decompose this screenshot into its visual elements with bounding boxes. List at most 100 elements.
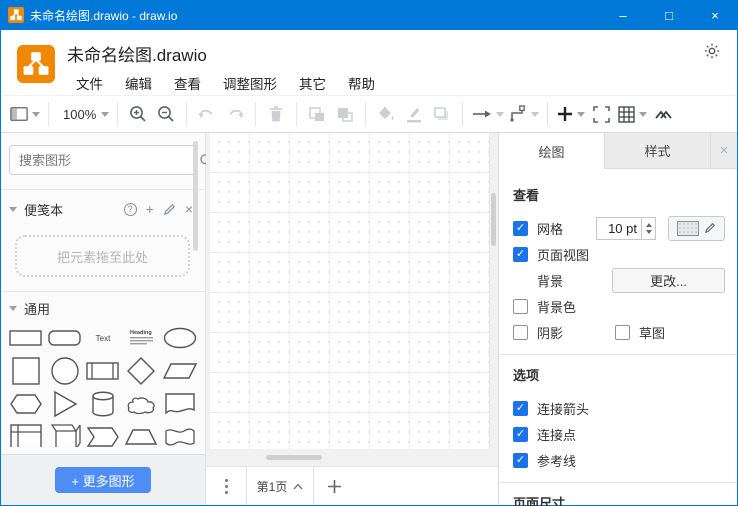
shape-internal-storage[interactable] [8,422,44,448]
delete-button[interactable] [262,100,290,128]
shape-cloud[interactable] [123,389,159,419]
help-icon[interactable]: ? [124,203,137,216]
close-button[interactable]: × [692,0,738,30]
shape-cylinder[interactable] [85,389,121,419]
shadow-sketch-row: 阴影 草图 [513,320,725,344]
fullscreen-button[interactable] [587,100,615,128]
to-back-button[interactable] [331,100,359,128]
tab-style[interactable]: 样式 [605,133,711,168]
zoom-out-button[interactable] [152,100,180,128]
search-input[interactable] [10,153,199,168]
tab-diagram[interactable]: 绘图 [499,133,605,169]
canvas-horizontal-scrollbar[interactable] [266,455,322,460]
shape-triangle[interactable] [47,389,83,419]
close-icon[interactable]: × [185,202,193,216]
menu-item-extras[interactable]: 其它 [288,71,337,95]
panel-close-icon[interactable]: × [711,133,737,168]
sidebar-scrollbar[interactable] [193,141,198,251]
scratchpad-dropzone[interactable]: 把元素拖至此处 [15,235,190,277]
grid-checkbox[interactable]: ✓ [513,221,528,236]
collapse-expand-button[interactable] [649,100,677,128]
chevron-up-icon [293,483,303,490]
table-button[interactable] [615,100,649,128]
maximize-button[interactable]: □ [646,0,692,30]
add-icon[interactable]: + [146,202,154,216]
page-size-section-title: 页面尺寸 [513,493,725,506]
shape-cube[interactable] [47,422,83,448]
guides-label: 参考线 [537,451,576,470]
general-label: 通用 [24,299,50,318]
chevron-down-icon [9,207,17,212]
add-page-button[interactable] [314,467,354,505]
arrow-up-icon [646,223,652,227]
zoom-in-button[interactable] [124,100,152,128]
background-color-checkbox[interactable] [513,299,528,314]
shadow-checkbox[interactable] [513,325,528,340]
scratchpad-section[interactable]: 便笺本 ? + × [9,198,193,220]
shadow-button[interactable] [428,100,456,128]
shape-square[interactable] [8,356,44,386]
redo-button[interactable] [221,100,249,128]
background-color-row: 背景色 [513,294,725,318]
chevron-down-icon [531,112,539,117]
grid-label: 网格 [537,219,563,238]
connection-arrows-checkbox[interactable]: ✓ [513,401,528,416]
zoom-level-dropdown[interactable]: 100% [55,100,111,128]
shape-text[interactable]: Text [85,323,121,353]
page-view-checkbox[interactable]: ✓ [513,247,528,262]
shape-step[interactable] [85,422,121,448]
pages-bar: 第1页 [206,466,498,505]
more-shapes-button[interactable]: + 更多图形 [55,467,150,493]
sketch-checkbox[interactable] [615,325,630,340]
insert-button[interactable] [554,100,587,128]
to-front-button[interactable] [303,100,331,128]
connection-points-checkbox[interactable]: ✓ [513,427,528,442]
menu-item-view[interactable]: 查看 [163,71,212,95]
grid-color-button[interactable] [668,216,725,241]
shape-diamond[interactable] [123,356,159,386]
change-background-button[interactable]: 更改... [612,268,725,293]
shape-ellipse[interactable] [162,323,198,353]
chevron-down-icon [496,112,504,117]
shape-circle[interactable] [47,356,83,386]
waypoint-style-button[interactable] [506,100,541,128]
guides-checkbox[interactable]: ✓ [513,453,528,468]
fill-color-button[interactable] [372,100,400,128]
shape-hexagon[interactable] [8,389,44,419]
shape-process[interactable] [85,356,121,386]
minimize-button[interactable]: – [600,0,646,30]
menubar: 文件 编辑 查看 调整图形 其它 帮助 [65,71,386,95]
divider [499,354,737,355]
menu-item-file[interactable]: 文件 [65,71,114,95]
format-tabs: 绘图 样式 × [499,133,737,169]
stepper-arrows[interactable] [642,217,656,240]
general-section[interactable]: 通用 [9,297,193,319]
page-tab-1[interactable]: 第1页 [246,467,314,505]
shape-document[interactable] [162,389,198,419]
shapes-sidebar: 便笺本 ? + × 把元素拖至此处 通用 [1,133,206,505]
connection-points-label: 连接点 [537,425,576,444]
shape-tape[interactable] [162,422,198,448]
shape-parallelogram[interactable] [162,356,198,386]
arrow-down-icon [646,230,652,234]
shape-heading[interactable]: Heading [123,323,159,353]
shape-rectangle[interactable] [8,323,44,353]
shape-trapezoid[interactable] [123,422,159,448]
grid-size-input[interactable] [596,217,642,240]
menu-item-help[interactable]: 帮助 [337,71,386,95]
theme-toggle-sun-icon[interactable] [701,40,723,62]
drawing-page-grid[interactable] [210,133,490,449]
line-color-button[interactable] [400,100,428,128]
canvas-area[interactable]: 第1页 [206,133,498,505]
pages-menu-button[interactable] [206,467,246,505]
canvas-vertical-scrollbar[interactable] [491,193,496,246]
background-color-label: 背景色 [537,297,576,316]
undo-button[interactable] [193,100,221,128]
view-panels-button[interactable] [7,100,42,128]
connection-arrow-button[interactable] [469,100,506,128]
shape-rounded-rectangle[interactable] [47,323,83,353]
menu-item-arrange[interactable]: 调整图形 [212,71,288,95]
menu-item-edit[interactable]: 编辑 [114,71,163,95]
edit-pencil-icon[interactable] [163,203,176,216]
chevron-down-icon [639,112,647,117]
